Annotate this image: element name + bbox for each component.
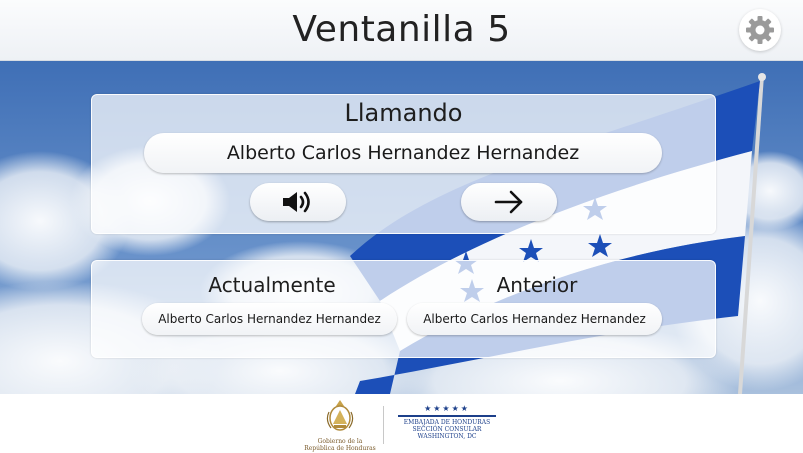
repeat-call-button[interactable] [250, 183, 346, 221]
next-call-button[interactable] [461, 183, 557, 221]
current-name-display: Alberto Carlos Hernandez Hernandez [142, 303, 397, 335]
status-panel: Actualmente Alberto Carlos Hernandez Her… [91, 260, 716, 358]
calling-heading: Llamando [344, 99, 463, 127]
gear-icon [746, 16, 774, 44]
arrow-right-icon [494, 190, 523, 214]
previous-name-display: Alberto Carlos Hernandez Hernandez [407, 303, 662, 335]
previous-column: Anterior Alberto Carlos Hernandez Hernan… [407, 261, 667, 357]
coat-of-arms-icon [326, 400, 354, 431]
embassy-caption-line-2: SECCIÓN CONSULAR [412, 426, 482, 433]
embassy-rule [398, 415, 496, 417]
government-caption-line-1: Gobierno de la [317, 438, 363, 445]
embassy-caption: EMBAJADA DE HONDURAS SECCIÓN CONSULAR WA… [392, 419, 502, 440]
embassy-stars-icon: ★★★★★ [424, 404, 470, 413]
government-caption: Gobierno de la República de Honduras [300, 438, 380, 452]
speaker-icon [283, 191, 310, 213]
settings-button[interactable] [739, 9, 781, 51]
embassy-logo: ★★★★★ EMBAJADA DE HONDURAS SECCIÓN CONSU… [392, 404, 502, 450]
government-caption-line-2: República de Honduras [304, 445, 376, 452]
footer-bar: Gobierno de la República de Honduras ★★★… [0, 394, 803, 453]
previous-heading: Anterior [496, 273, 578, 297]
current-column: Actualmente Alberto Carlos Hernandez Her… [142, 261, 402, 357]
header-bar: Ventanilla 5 [0, 0, 803, 61]
footer-divider [383, 406, 384, 444]
government-logo: Gobierno de la República de Honduras [300, 398, 380, 452]
app-window: Ventanilla 5 Llamando Alberto Carlos Her… [0, 0, 803, 453]
window-title: Ventanilla 5 [292, 9, 511, 50]
current-heading: Actualmente [208, 273, 336, 297]
embassy-caption-line-1: EMBAJADA DE HONDURAS [403, 419, 491, 426]
calling-panel: Llamando Alberto Carlos Hernandez Hernan… [91, 94, 716, 234]
calling-name-display: Alberto Carlos Hernandez Hernandez [144, 133, 662, 173]
embassy-caption-line-3: WASHINGTON, DC [417, 433, 477, 440]
